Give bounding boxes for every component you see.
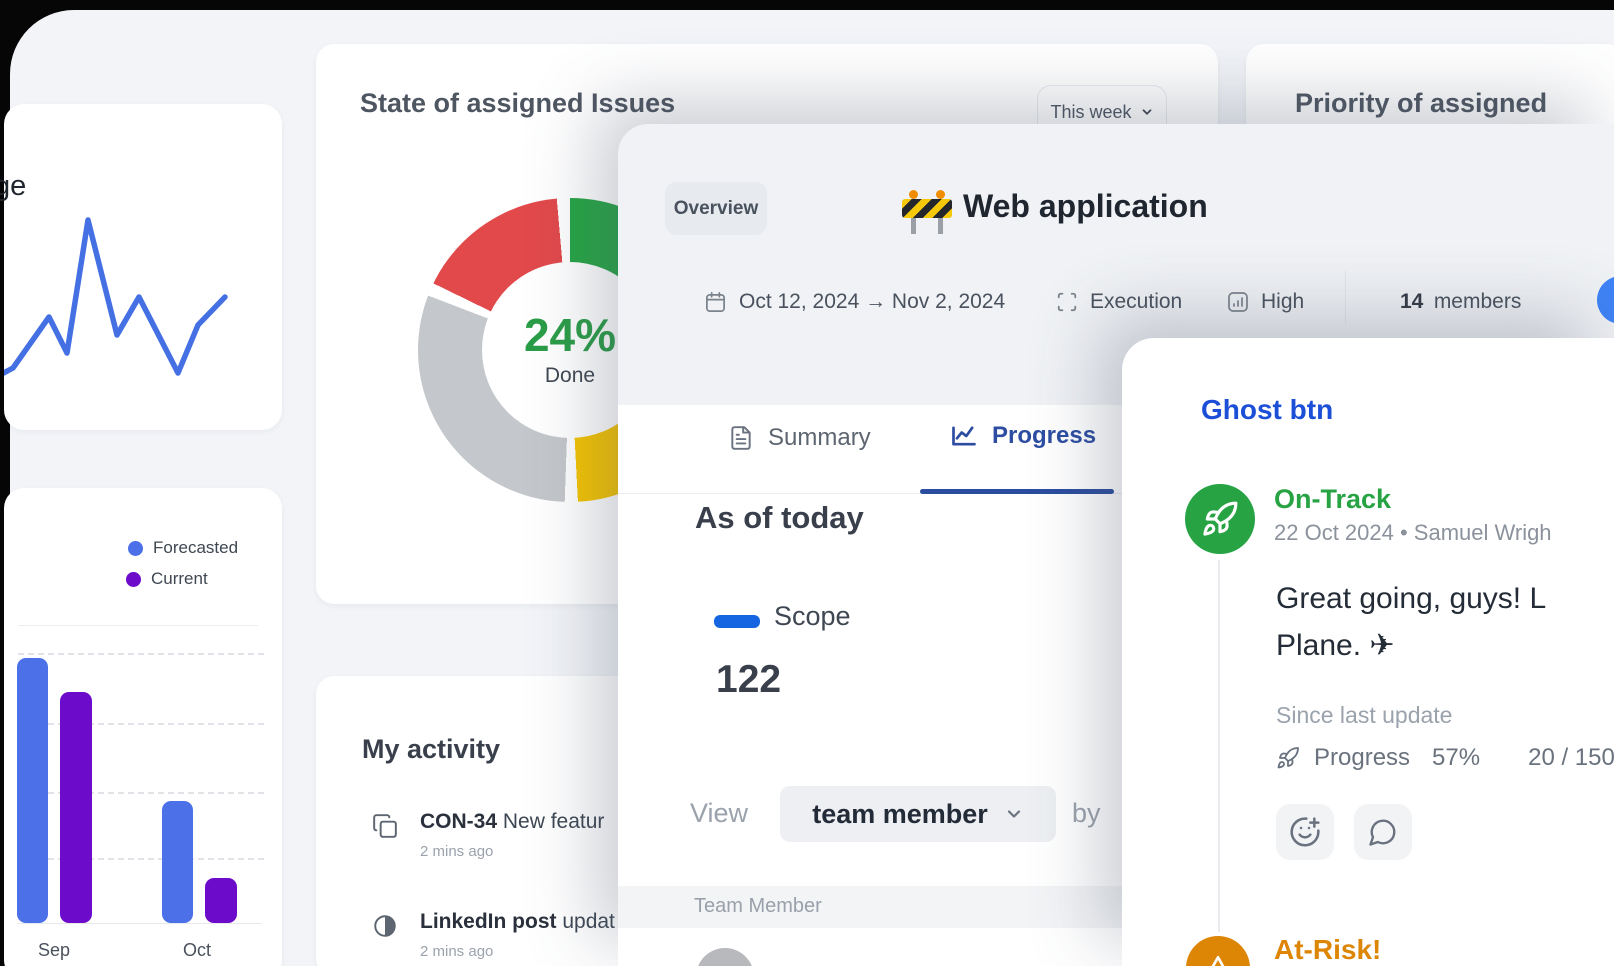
members-count: 14 bbox=[1400, 290, 1423, 313]
calendar-icon bbox=[704, 291, 727, 314]
line-chart-path bbox=[4, 220, 225, 376]
signal-bars-icon bbox=[1226, 290, 1250, 314]
bar-sep-forecasted bbox=[17, 658, 48, 923]
comment-button[interactable] bbox=[1354, 804, 1412, 860]
activity-item-code: CON-34 bbox=[420, 810, 497, 833]
scope-value: 122 bbox=[716, 658, 781, 702]
tab-summary[interactable]: Summary bbox=[728, 424, 871, 452]
this-week-label: This week bbox=[1050, 102, 1131, 123]
bar-sep-current bbox=[60, 692, 92, 923]
at-risk-status-icon bbox=[1186, 936, 1250, 966]
warning-icon bbox=[1202, 952, 1234, 966]
by-label: by bbox=[1072, 798, 1101, 829]
project-members: 14 members bbox=[1400, 290, 1521, 314]
current-legend-label: Current bbox=[151, 569, 208, 589]
scope-label: Scope bbox=[774, 601, 851, 632]
activity-item-code: LinkedIn post bbox=[420, 910, 557, 933]
activity-item-text: updat bbox=[557, 910, 615, 933]
chevron-down-icon bbox=[1140, 105, 1154, 119]
add-reaction-button[interactable] bbox=[1276, 804, 1334, 860]
project-date-range: Oct 12, 2024 → Nov 2, 2024 bbox=[739, 290, 1005, 314]
screenshot-root: ge Forecasted Current Sep Oct State of a… bbox=[0, 0, 1614, 966]
message-bubble-icon bbox=[1368, 817, 1398, 847]
members-label: members bbox=[1434, 290, 1522, 313]
ghost-button[interactable]: Ghost btn bbox=[1201, 394, 1333, 426]
construction-barrier-icon bbox=[902, 190, 952, 236]
project-priority-label: High bbox=[1261, 290, 1304, 314]
activity-card-title: My activity bbox=[362, 734, 500, 765]
activity-item[interactable]: CON-34 New featur 2 mins ago bbox=[372, 810, 604, 860]
update-message-line2: Plane. ✈ bbox=[1276, 628, 1395, 663]
contrast-icon bbox=[372, 913, 398, 939]
activity-item[interactable]: LinkedIn post updat 2 mins ago bbox=[372, 910, 615, 960]
table-header-label: Team Member bbox=[694, 895, 822, 918]
update-card: Ghost btn On-Track 22 Oct 2024 • Samuel … bbox=[1122, 338, 1614, 966]
x-axis-line bbox=[17, 923, 262, 924]
project-title: Web application bbox=[963, 188, 1208, 225]
timeline-connector bbox=[1218, 560, 1220, 932]
on-track-status-icon bbox=[1185, 484, 1255, 554]
view-dropdown-value: team member bbox=[812, 799, 988, 830]
forecasted-legend-dot bbox=[128, 541, 143, 556]
activity-item-time: 2 mins ago bbox=[420, 943, 615, 960]
section-title: As of today bbox=[695, 500, 864, 536]
tab-progress-label: Progress bbox=[992, 422, 1096, 450]
x-tick-sep: Sep bbox=[30, 940, 78, 961]
line-chart-icon bbox=[950, 422, 978, 450]
overview-button-label: Overview bbox=[674, 198, 759, 220]
bar-oct-current bbox=[205, 878, 237, 923]
x-tick-oct: Oct bbox=[173, 940, 221, 961]
donut-percent-value: 24% bbox=[524, 312, 616, 358]
gridline bbox=[18, 792, 264, 794]
project-priority: High bbox=[1226, 290, 1304, 314]
gridline bbox=[18, 723, 264, 725]
smiley-plus-icon bbox=[1289, 816, 1321, 848]
progress-row: Progress 57% 20 / 150 bbox=[1276, 744, 1614, 772]
progress-count: 20 / 150 bbox=[1528, 744, 1614, 772]
issues-card-title: State of assigned Issues bbox=[360, 88, 675, 119]
copy-icon bbox=[372, 813, 398, 839]
view-label: View bbox=[690, 798, 748, 829]
scope-legend-dash bbox=[714, 615, 760, 628]
line-chart-card: ge bbox=[4, 104, 282, 430]
update-message-line1: Great going, guys! L bbox=[1276, 582, 1546, 616]
meta-divider bbox=[1345, 270, 1346, 324]
rocket-icon bbox=[1201, 500, 1239, 538]
bar-chart-card: Forecasted Current Sep Oct bbox=[4, 488, 282, 966]
progress-percent: 57% bbox=[1432, 744, 1480, 772]
gridline bbox=[18, 858, 264, 860]
project-phase-label: Execution bbox=[1090, 290, 1182, 314]
priority-card-title: Priority of assigned bbox=[1295, 88, 1547, 119]
since-last-update-label: Since last update bbox=[1276, 702, 1452, 729]
progress-label: Progress bbox=[1314, 744, 1410, 772]
tab-progress[interactable]: Progress bbox=[950, 422, 1096, 450]
activity-item-time: 2 mins ago bbox=[420, 843, 604, 860]
view-dropdown[interactable]: team member bbox=[780, 786, 1056, 842]
card-divider bbox=[18, 625, 258, 626]
activity-item-text: New featur bbox=[497, 810, 604, 833]
tab-summary-label: Summary bbox=[768, 424, 871, 452]
scan-frame-icon bbox=[1056, 291, 1078, 313]
gridline bbox=[18, 653, 264, 655]
on-track-status-label: On-Track bbox=[1274, 484, 1391, 515]
at-risk-status-label: At-Risk! bbox=[1274, 934, 1381, 966]
document-icon bbox=[728, 425, 754, 451]
line-chart bbox=[4, 104, 282, 430]
current-legend-dot bbox=[126, 572, 141, 587]
donut-percent-label: Done bbox=[545, 364, 595, 388]
update-meta: 22 Oct 2024 • Samuel Wrigh bbox=[1274, 520, 1552, 546]
chevron-down-icon bbox=[1004, 804, 1024, 824]
project-dates: Oct 12, 2024 → Nov 2, 2024 bbox=[704, 290, 1005, 314]
member-avatar[interactable] bbox=[1597, 276, 1614, 324]
rocket-icon bbox=[1276, 746, 1300, 770]
legend-item-current: Current bbox=[126, 569, 208, 589]
bar-oct-forecasted bbox=[162, 801, 193, 923]
overview-button[interactable]: Overview bbox=[665, 182, 767, 235]
active-tab-underline bbox=[920, 489, 1114, 494]
forecasted-legend-label: Forecasted bbox=[153, 538, 238, 558]
legend-item-forecasted: Forecasted bbox=[128, 538, 238, 558]
project-phase: Execution bbox=[1056, 290, 1182, 314]
